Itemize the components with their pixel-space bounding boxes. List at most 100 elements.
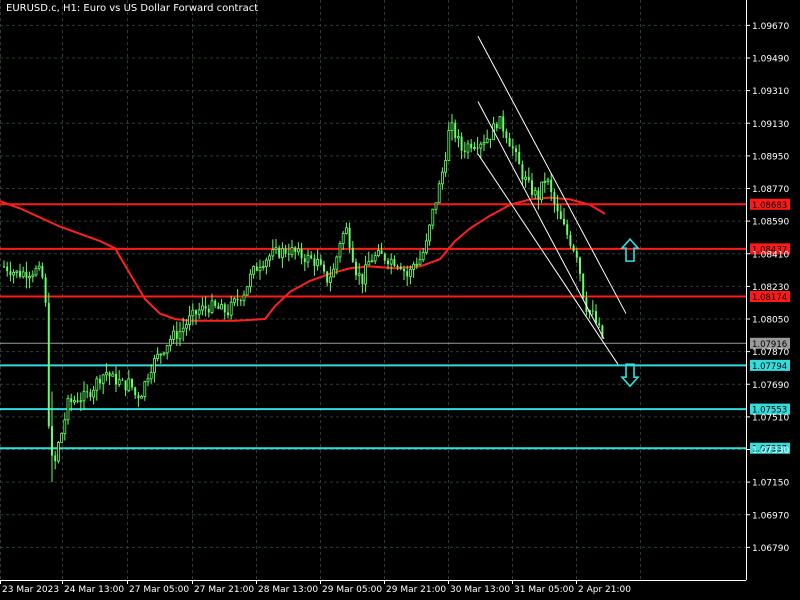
candle [19,263,21,279]
candle [175,321,178,347]
candle [204,296,207,317]
candle [168,335,172,352]
candle [566,219,569,240]
candle-body-bull [191,309,195,317]
candle-body-bull [127,378,131,391]
candle [159,353,163,364]
candle-body-bear [217,305,220,310]
candle-body-bear [380,250,383,254]
candle-body-bull [335,256,339,270]
candle-body-bull [421,252,425,261]
moving-average [0,196,606,322]
arrow-down-icon[interactable] [620,363,640,388]
candle [319,254,322,266]
candle [76,392,79,404]
candle-body-bear [326,271,329,283]
channel-line[interactable] [477,101,605,340]
y-tick-label: 1.07690 [752,381,789,391]
candle-body-bear [582,273,585,298]
signal-arrows[interactable] [620,237,640,388]
candle [437,180,441,204]
candle [242,290,246,307]
candle [162,352,166,357]
candle [252,265,256,279]
candle [195,309,197,325]
candle [140,394,144,399]
candle-body-bear [351,247,354,262]
candle-body-bear [569,234,572,246]
candle [181,317,185,342]
candle [73,395,76,405]
candle [518,144,521,165]
y-tick-label: 1.08050 [752,316,789,326]
candle-body-bull [28,275,32,279]
candle-body-bull [111,373,115,377]
candle-body-bull [200,305,204,311]
candle-body-bear [454,122,457,138]
candle-body-bear [521,164,524,180]
candle-body-bull [341,233,345,244]
candle [579,256,581,282]
candle-body-bull [444,160,448,173]
candle [505,128,508,144]
resistance-level-label: 1.08174 [752,293,787,303]
candle-body-bull [232,298,236,303]
candle [355,258,357,280]
candle-body-bear [99,378,101,384]
candle [310,251,313,260]
candle [207,304,210,318]
candle [361,273,364,294]
candle-body-bear [284,248,287,254]
candle [306,249,310,268]
candle [111,371,115,377]
candle [303,253,306,272]
candle-body-bear [591,310,594,312]
candle-body-bull [546,179,550,182]
y-tick-label: 1.06790 [752,544,789,554]
candle [274,239,278,255]
y-tick-label: 1.08950 [752,152,789,162]
price-chart[interactable]: 1.086831.084371.081741.077941.075531.073… [0,0,800,600]
candle [99,374,101,390]
candle-body-bull [15,270,19,273]
arrow-up-icon[interactable] [620,237,640,262]
candle-body-bear [47,302,50,427]
candle-body-bull [264,259,268,267]
candle-body-bull [373,255,377,262]
candle [278,245,281,259]
candle-body-bull [367,261,371,266]
candle [261,260,265,271]
candle [406,265,409,287]
candle [284,244,287,258]
candle-body-bear [515,148,517,152]
x-tick-label: 29 Mar 05:00 [322,585,382,595]
y-tick-label: 1.06970 [752,511,789,521]
chart-axes: 1.09670 1.09490 1.09310 1.09130 1.08950 1.087… [0,22,789,595]
candle-body-bull [252,266,256,275]
candle-body-bull [146,378,150,383]
candle-body-bull [274,247,278,251]
candle-body-bear [108,372,111,377]
channel-line[interactable] [477,36,627,314]
candle-body-bear [403,269,405,272]
candle-body-bull [73,400,76,403]
candle-body-bull [424,240,428,253]
candle-body-bull [364,264,368,285]
candle [178,321,182,347]
candle-body-bear [214,300,217,306]
candle-body-bear [579,257,581,274]
candle-body-bull [117,379,121,385]
candle [12,269,16,284]
horizontal-levels[interactable]: 1.086831.084371.081741.077941.075531.073… [0,198,790,455]
candle [559,204,562,220]
candle-body-bull [245,286,249,296]
trend-channel[interactable] [477,36,627,365]
candle-body-bear [6,266,9,272]
candle [344,222,348,235]
candle [543,172,547,193]
candle [197,302,201,319]
candle [57,441,60,464]
y-tick-label: 1.08590 [752,218,789,228]
candle [341,231,345,250]
candle-body-bull [229,301,233,316]
